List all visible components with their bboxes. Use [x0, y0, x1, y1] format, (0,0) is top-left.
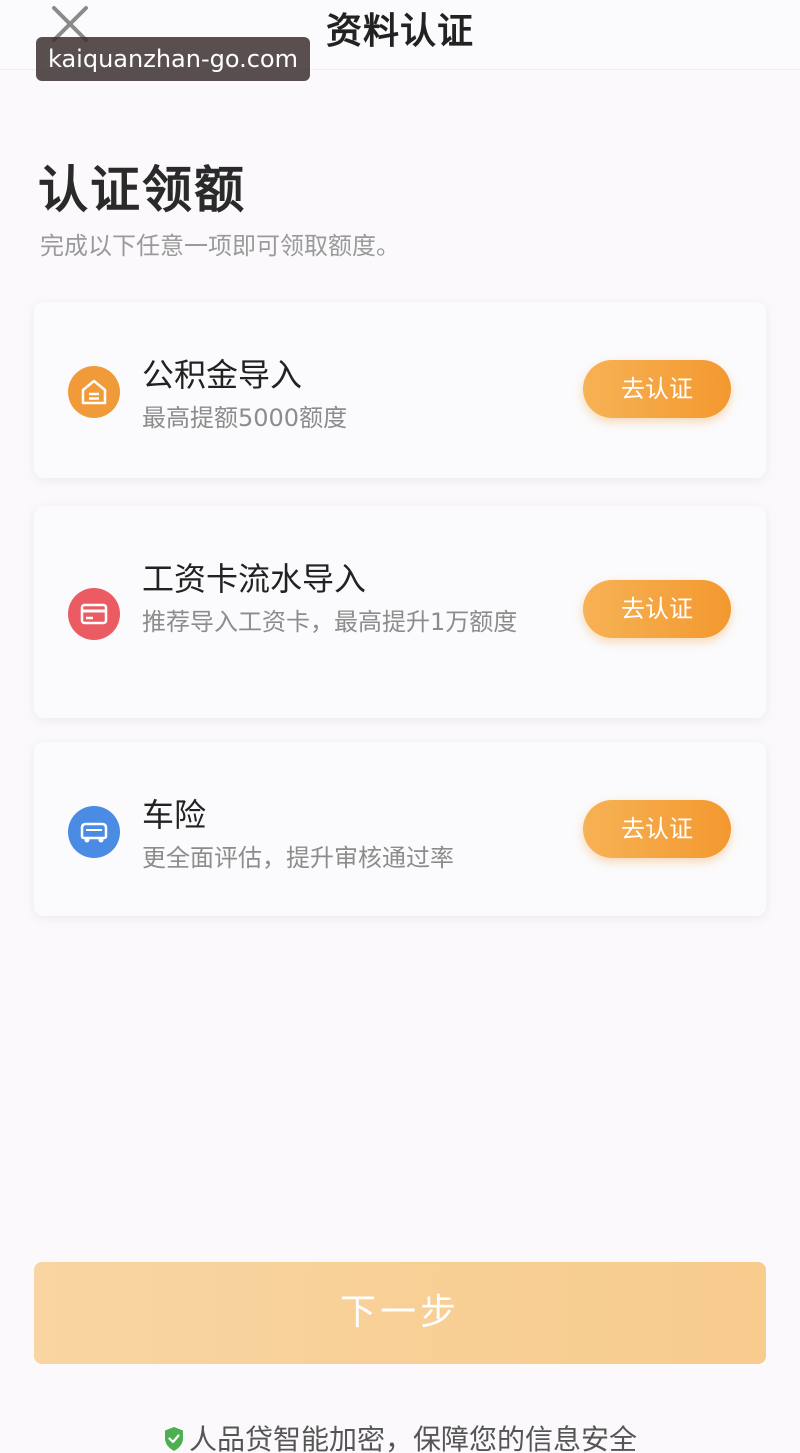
security-notice-text: 人品贷智能加密，保障您的信息安全 [188, 1423, 637, 1453]
card-title: 车险 [142, 796, 207, 834]
card-description: 更全面评估，提升审核通过率 [142, 844, 454, 872]
card-title: 公积金导入 [142, 356, 303, 394]
section-heading: 认证领额 [38, 161, 246, 219]
card-title: 工资卡流水导入 [142, 560, 367, 598]
next-step-button[interactable]: 下一步 [34, 1262, 766, 1364]
auth-card-salary-card: 工资卡流水导入 推荐导入工资卡，最高提升1万额度 去认证 [34, 506, 766, 718]
watermark: kaiquanzhan-go.com [36, 37, 310, 81]
security-notice: 人品贷智能加密，保障您的信息安全 [0, 1418, 800, 1453]
auth-card-car-insurance: 车险 更全面评估，提升审核通过率 去认证 [34, 742, 766, 916]
car-icon [68, 806, 120, 858]
verify-button-car-insurance[interactable]: 去认证 [583, 800, 731, 858]
card-description: 推荐导入工资卡，最高提升1万额度 [142, 608, 518, 636]
section-subheading: 完成以下任意一项即可领取额度。 [40, 232, 400, 260]
verify-button-housing-fund[interactable]: 去认证 [583, 360, 731, 418]
card-icon [68, 588, 120, 640]
auth-card-housing-fund: 公积金导入 最高提额5000额度 去认证 [34, 302, 766, 478]
house-icon [68, 366, 120, 418]
card-description: 最高提额5000额度 [142, 404, 348, 432]
shield-check-icon [163, 1426, 185, 1453]
verify-button-salary-card[interactable]: 去认证 [583, 580, 731, 638]
